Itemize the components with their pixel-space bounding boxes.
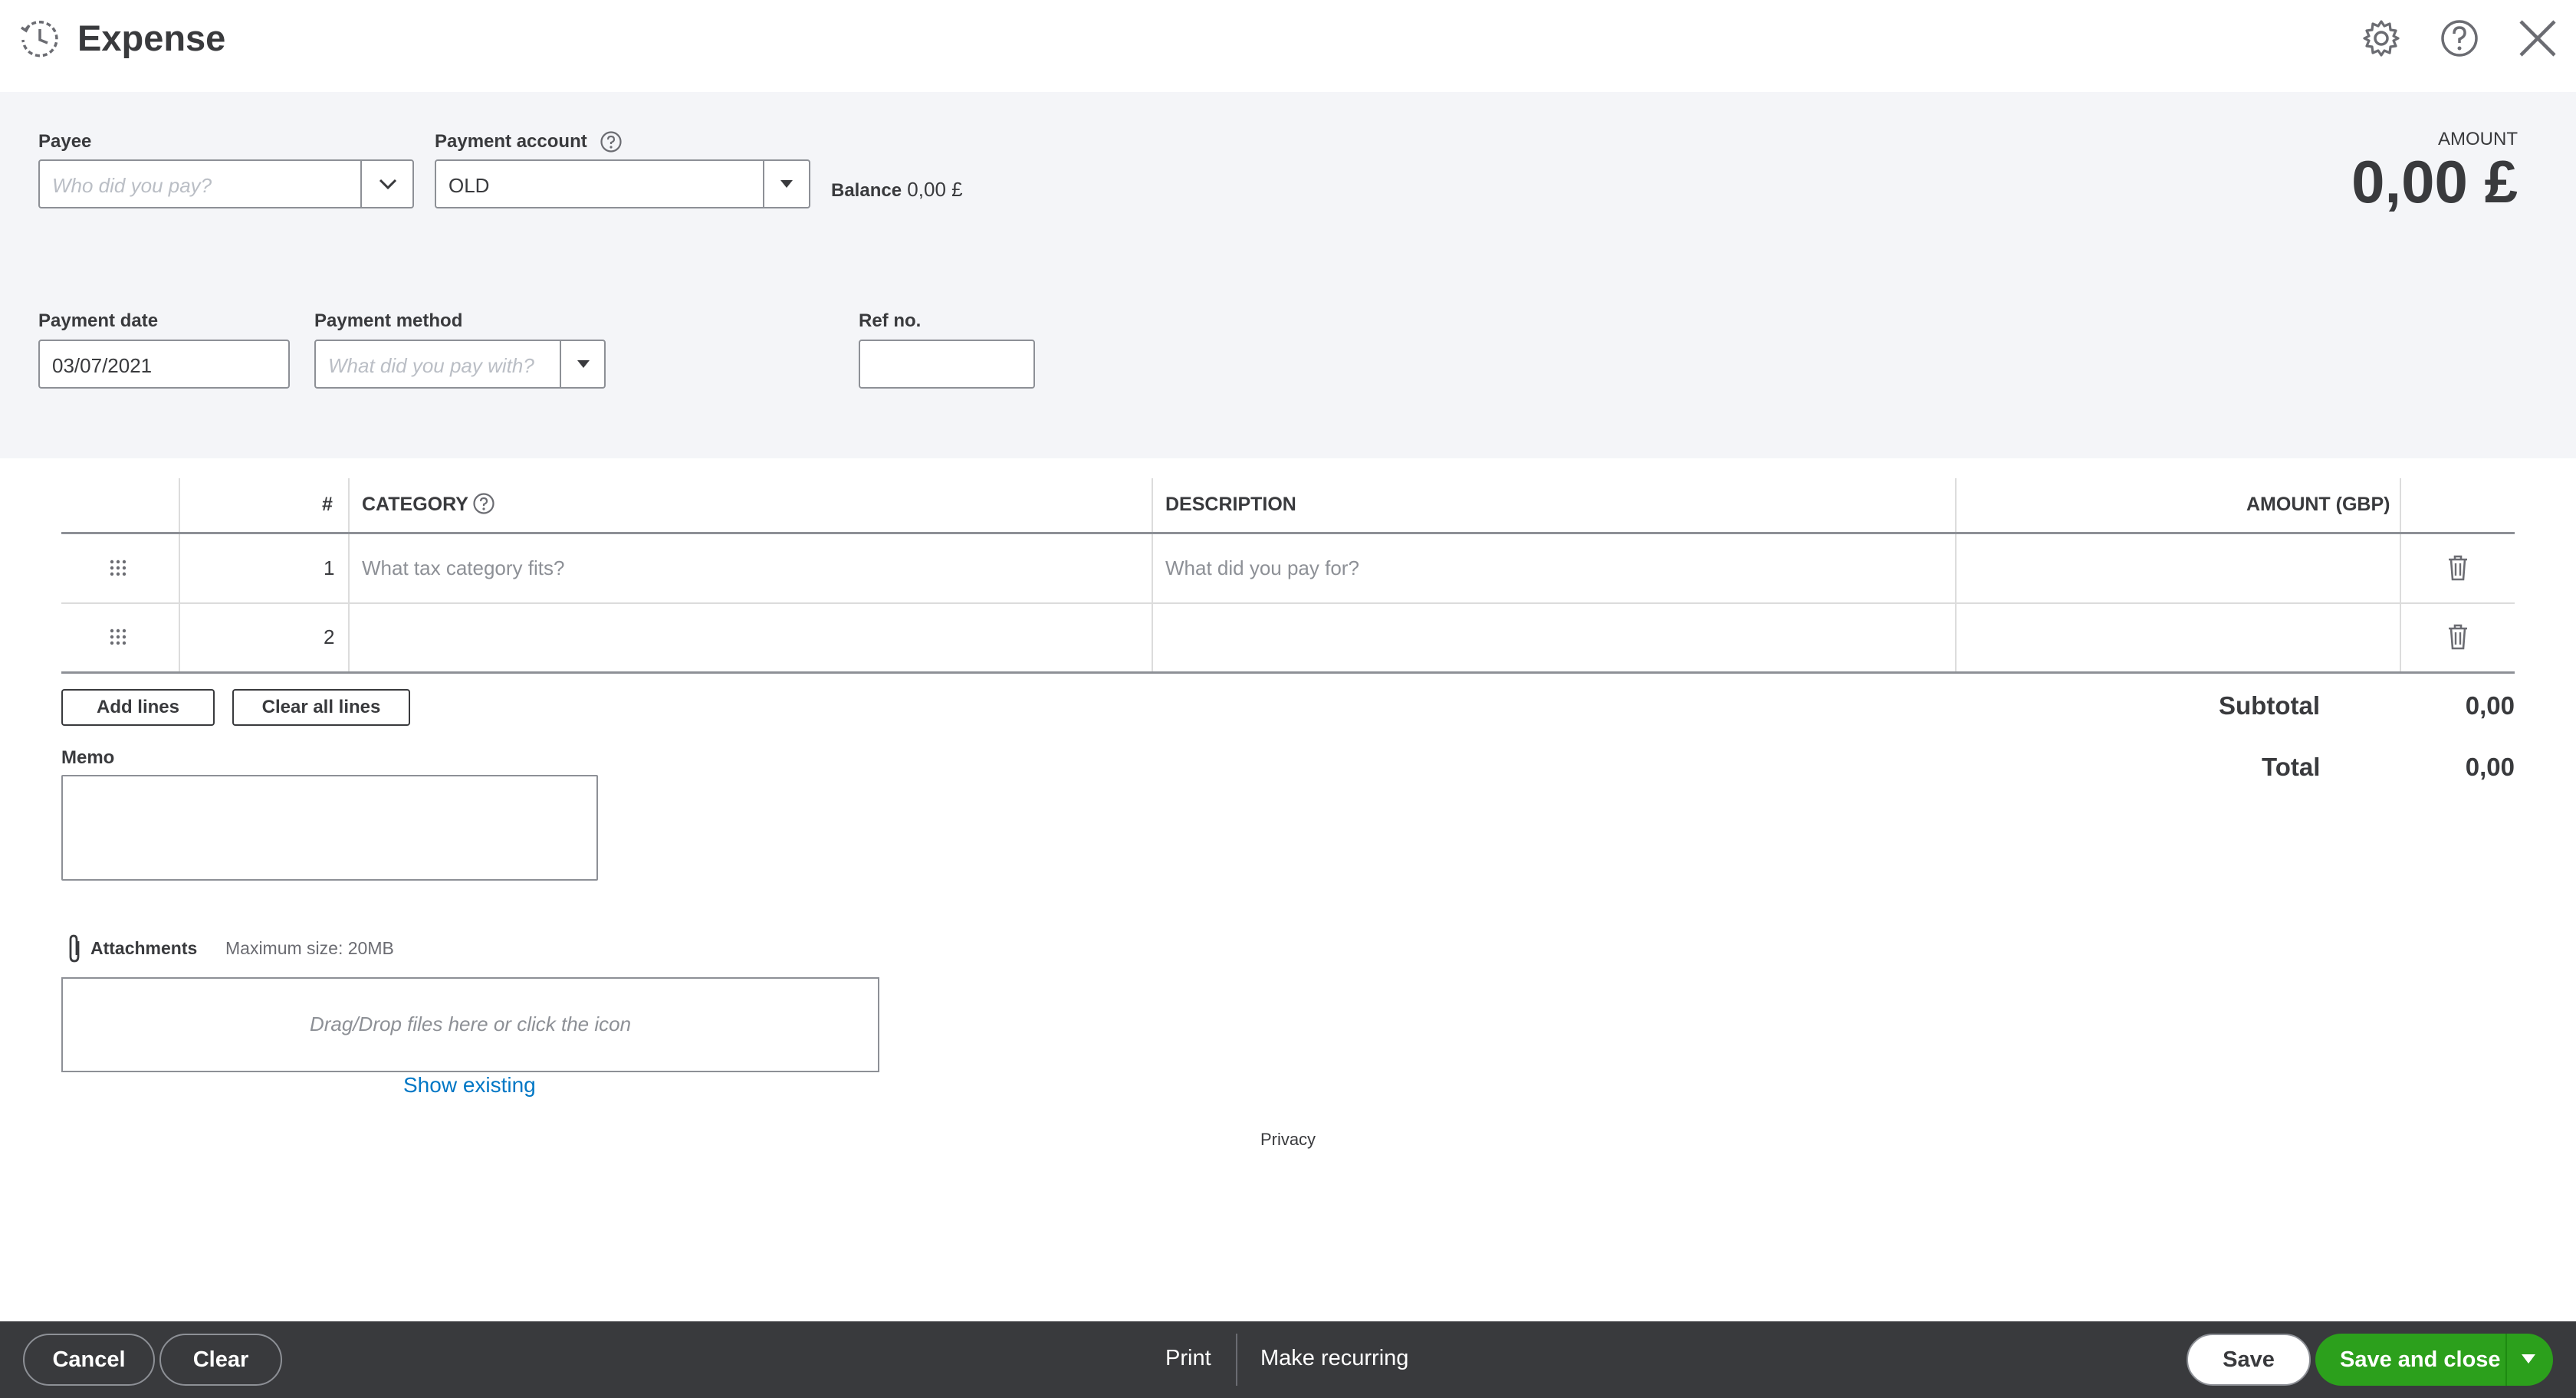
help-icon[interactable] xyxy=(2438,17,2481,60)
delete-row-icon[interactable] xyxy=(2447,555,2469,581)
save-and-close-button[interactable]: Save and close xyxy=(2315,1334,2553,1386)
row-number: 1 xyxy=(324,556,335,579)
payment-date-value: 03/07/2021 xyxy=(52,354,153,377)
amount-input[interactable] xyxy=(1963,625,2392,656)
split-divider xyxy=(2505,1334,2507,1386)
balance-value: 0,00 £ xyxy=(907,178,963,201)
clear-button[interactable]: Clear xyxy=(159,1334,282,1386)
attachments-label: Attachments xyxy=(90,938,198,958)
caret-down-icon xyxy=(780,180,793,188)
dropzone-hint: Drag/Drop files here or click the icon xyxy=(309,1012,632,1035)
expense-form-area xyxy=(0,92,2576,458)
footer-divider xyxy=(1236,1334,1237,1386)
caret-down-icon xyxy=(577,360,590,368)
privacy-link: Privacy xyxy=(0,1130,2576,1150)
payment-account-label: Payment account xyxy=(435,131,587,152)
row-number: 2 xyxy=(324,625,335,648)
footer-bar: Cancel Clear Print Make recurring Save S… xyxy=(0,1321,2576,1398)
total-label: Total xyxy=(2262,753,2321,781)
payee-field[interactable]: Who did you pay? xyxy=(38,159,414,208)
paperclip-icon xyxy=(69,934,80,963)
memo-label: Memo xyxy=(61,747,115,768)
attachments-max-size: Maximum size: 20MB xyxy=(225,938,394,958)
clear-all-lines-button[interactable]: Clear all lines xyxy=(232,689,410,726)
payment-method-select[interactable]: What did you pay with? xyxy=(314,340,606,389)
category-input[interactable] xyxy=(362,625,1136,656)
payment-account-select[interactable]: OLD xyxy=(435,159,810,208)
memo-textarea[interactable] xyxy=(61,775,598,881)
attachments-dropzone[interactable]: Drag/Drop files here or click the icon xyxy=(61,977,879,1072)
col-header-description: DESCRIPTION xyxy=(1165,494,1296,515)
settings-gear-icon[interactable] xyxy=(2360,17,2403,60)
payment-method-label: Payment method xyxy=(314,310,463,331)
payment-method-placeholder: What did you pay with? xyxy=(328,354,534,377)
col-header-number: # xyxy=(322,494,333,515)
amount-total-value: 0,00 £ xyxy=(2351,148,2518,215)
description-input[interactable]: What did you pay for? xyxy=(1165,556,1359,580)
privacy-link-text[interactable]: Privacy xyxy=(1260,1130,1316,1149)
total-value: 0,00 xyxy=(2465,753,2515,781)
balance-label: Balance xyxy=(831,180,902,201)
close-icon[interactable] xyxy=(2516,17,2559,60)
drag-handle-icon[interactable] xyxy=(109,628,127,646)
cancel-button[interactable]: Cancel xyxy=(23,1334,155,1386)
drag-handle-icon[interactable] xyxy=(109,559,127,577)
save-and-close-label: Save and close xyxy=(2340,1347,2501,1372)
recent-transactions-icon[interactable] xyxy=(18,17,61,60)
add-lines-button[interactable]: Add lines xyxy=(61,689,215,726)
chevron-down-icon xyxy=(379,179,397,190)
description-input[interactable] xyxy=(1165,625,1940,656)
payment-account-help-icon[interactable] xyxy=(600,130,623,153)
delete-row-icon[interactable] xyxy=(2447,624,2469,650)
payment-account-value: OLD xyxy=(449,174,490,197)
payee-dropdown[interactable] xyxy=(360,161,412,207)
balance-display: Balance 0,00 £ xyxy=(831,178,963,202)
payee-placeholder: Who did you pay? xyxy=(52,174,212,197)
payee-label: Payee xyxy=(38,131,92,152)
save-button[interactable]: Save xyxy=(2187,1334,2311,1386)
save-options-caret-icon[interactable] xyxy=(2521,1354,2536,1364)
col-header-amount: AMOUNT (GBP) xyxy=(2246,494,2390,515)
show-existing-link[interactable]: Show existing xyxy=(403,1073,536,1098)
payment-date-label: Payment date xyxy=(38,310,159,331)
header-bar: Expense xyxy=(0,0,2576,92)
ref-no-label: Ref no. xyxy=(859,310,922,331)
col-header-category: CATEGORY xyxy=(362,494,468,515)
page-title: Expense xyxy=(77,18,226,58)
subtotal-value: 0,00 xyxy=(2465,691,2515,720)
category-help-icon[interactable] xyxy=(472,492,495,515)
category-input[interactable]: What tax category fits? xyxy=(362,556,564,580)
payment-date-field[interactable]: 03/07/2021 xyxy=(38,340,290,389)
print-link[interactable]: Print xyxy=(1165,1346,1211,1371)
payment-account-dropdown[interactable] xyxy=(763,161,809,207)
payment-method-dropdown[interactable] xyxy=(560,341,604,387)
subtotal-label: Subtotal xyxy=(2219,691,2320,720)
amount-input[interactable] xyxy=(1963,556,2392,587)
ref-no-field[interactable] xyxy=(859,340,1035,389)
make-recurring-link[interactable]: Make recurring xyxy=(1260,1346,1408,1371)
